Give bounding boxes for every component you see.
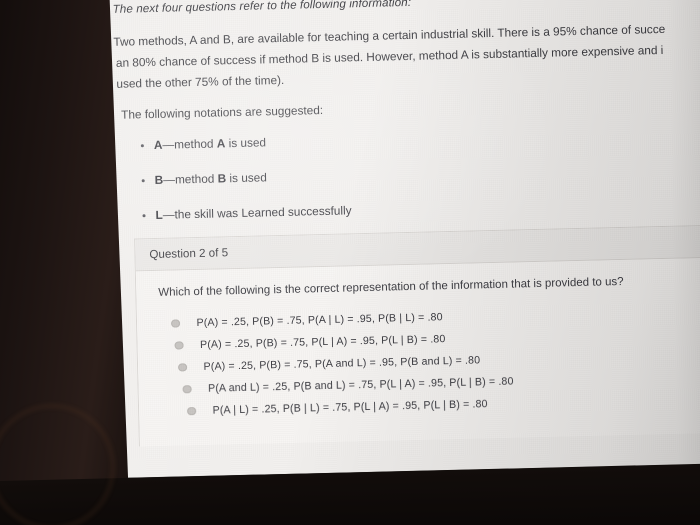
passage-content: The next four questions refer to the fol… — [113, 0, 700, 244]
notations-intro: The following notations are suggested: — [120, 102, 324, 122]
answer-option-label: P(A) = .25, P(B) = .75, P(L | A) = .95, … — [199, 333, 446, 351]
list-item: L—the skill was Learned successfully — [155, 193, 700, 222]
passage-paragraph: Two methods, A and B, are available for … — [113, 15, 700, 94]
answer-option-2[interactable]: P(A) = .25, P(B) = .75, P(L | A) = .95, … — [174, 325, 700, 352]
answer-option-label: P(A) = .25, P(B) = .75, P(A and L) = .95… — [203, 354, 481, 373]
answer-option-5[interactable]: P(A | L) = .25, P(B | L) = .75, P(L | A)… — [187, 391, 700, 417]
answer-option-1[interactable]: P(A) = .25, P(B) = .75, P(A | L) = .95, … — [170, 303, 700, 330]
laptop-screen: The next four questions refer to the fol… — [66, 0, 700, 525]
answer-option-3[interactable]: P(A) = .25, P(B) = .75, P(A and L) = .95… — [178, 347, 700, 374]
answer-option-4[interactable]: P(A and L) = .25, P(B and L) = .75, P(L … — [182, 369, 700, 396]
radio-button-icon[interactable] — [187, 406, 196, 416]
question-body: Which of the following is the correct re… — [135, 255, 700, 447]
question-card: Question 2 of 5 Which of the following i… — [134, 222, 700, 447]
passage-intro: The next four questions refer to the fol… — [112, 0, 412, 16]
answer-option-label: P(A | L) = .25, P(B | L) = .75, P(L | A)… — [212, 398, 488, 417]
browser-page: The next four questions refer to the fol… — [66, 0, 700, 479]
radio-button-icon[interactable] — [174, 341, 184, 350]
answer-option-label: P(A) = .25, P(B) = .75, P(A | L) = .95, … — [196, 311, 443, 330]
radio-button-icon[interactable] — [170, 319, 180, 328]
answer-option-label: P(A and L) = .25, P(B and L) = .75, P(L … — [207, 375, 514, 395]
answer-options: P(A) = .25, P(B) = .75, P(A | L) = .95, … — [159, 303, 700, 418]
radio-button-icon[interactable] — [178, 363, 187, 372]
list-item: B—method B is used — [155, 158, 700, 187]
notations-list: A—method A is used B—method B is used L—… — [116, 123, 700, 223]
list-item: A—method A is used — [154, 123, 700, 152]
radio-button-icon[interactable] — [182, 384, 192, 394]
screen-photo: The next four questions refer to the fol… — [0, 0, 700, 525]
question-prompt: Which of the following is the correct re… — [158, 275, 624, 299]
